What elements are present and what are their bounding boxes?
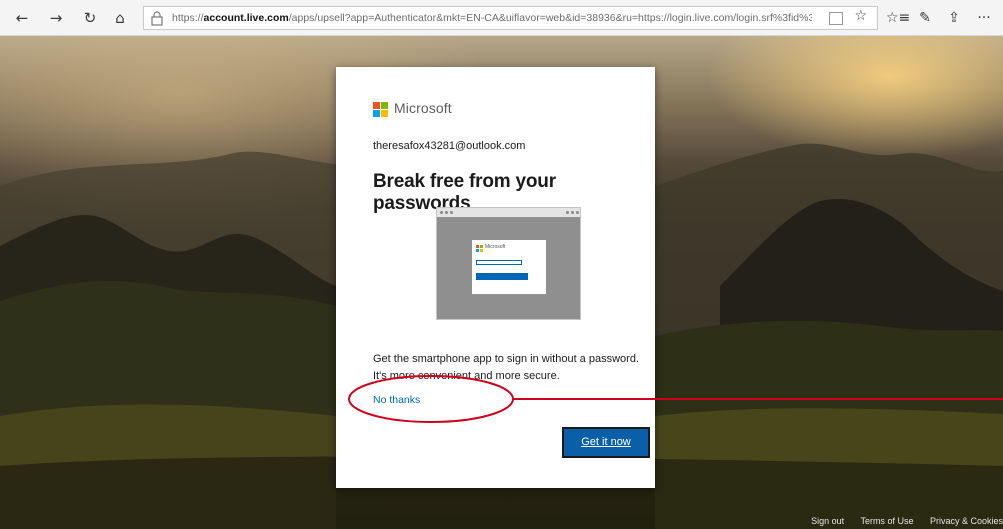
lock-icon (151, 11, 163, 26)
more-icon[interactable]: ··· (973, 8, 995, 28)
url-text[interactable]: https://account.live.com/apps/upsell?app… (172, 7, 812, 29)
illustration-signin-panel: Microsoft (472, 240, 546, 294)
favorites-hub-icon[interactable]: ☆≡ (886, 8, 910, 28)
pen-icon[interactable]: ✎ (914, 8, 936, 28)
upsell-dialog: Microsoft theresafox43281@outlook.com Br… (336, 67, 655, 488)
mini-button (476, 273, 528, 280)
brand-name: Microsoft (394, 100, 452, 116)
address-bar[interactable]: https://account.live.com/apps/upsell?app… (143, 6, 878, 30)
sign-out-link[interactable]: Sign out (811, 516, 844, 526)
illustration-titlebar (437, 208, 580, 217)
mini-microsoft-logo-icon (476, 245, 483, 252)
forward-icon[interactable]: → (46, 8, 66, 28)
back-icon[interactable]: ← (12, 8, 32, 28)
mini-brand-name: Microsoft (485, 244, 506, 250)
refresh-icon[interactable]: ↻ (80, 8, 100, 28)
description-text: Get the smartphone app to sign in withou… (373, 353, 639, 382)
get-it-now-button[interactable]: Get it now (562, 427, 650, 458)
share-icon[interactable]: ⇪ (943, 8, 965, 28)
terms-of-use-link[interactable]: Terms of Use (860, 516, 913, 526)
home-icon[interactable]: ⌂ (110, 8, 130, 28)
browser-toolbar: ← → ↻ ⌂ https://account.live.com/apps/up… (0, 0, 1003, 36)
no-thanks-link[interactable]: No thanks (373, 394, 420, 406)
account-email: theresafox43281@outlook.com (373, 140, 526, 152)
mini-input-field (476, 260, 522, 265)
reading-view-icon[interactable] (829, 12, 843, 25)
page-footer: Sign out Terms of Use Privacy & Cookies (811, 513, 1003, 529)
microsoft-logo-icon (373, 102, 389, 118)
favorite-star-icon[interactable]: ☆ (854, 8, 867, 24)
privacy-cookies-link[interactable]: Privacy & Cookies (930, 516, 1003, 526)
authenticator-illustration: Microsoft (436, 207, 581, 320)
